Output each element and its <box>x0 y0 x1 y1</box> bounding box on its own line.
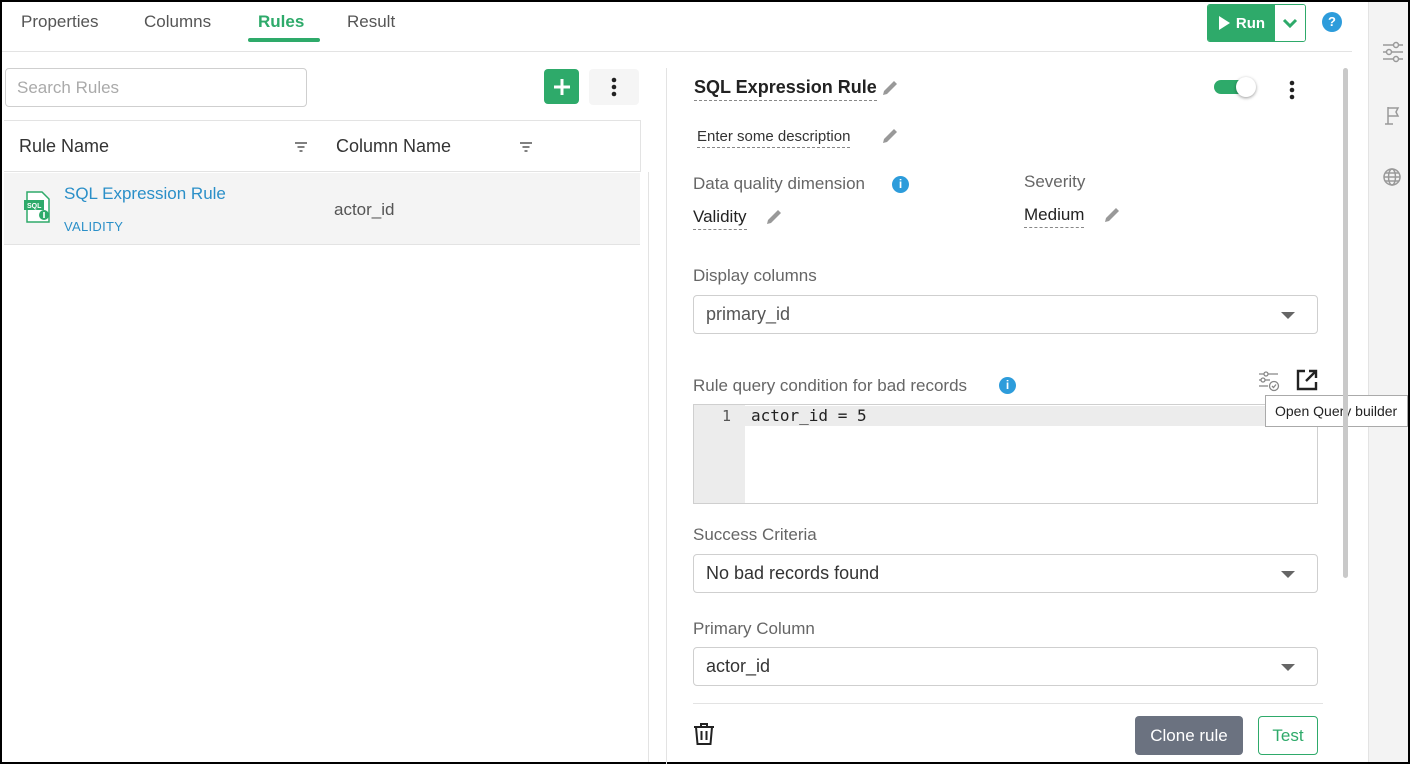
active-tab-indicator <box>248 38 320 42</box>
query-settings-icon[interactable] <box>1258 370 1280 392</box>
table-row[interactable]: SQL SQL Expression Rule VALIDITY actor_i… <box>4 173 640 245</box>
tab-bar: Properties Columns Rules Result <box>2 2 1352 52</box>
rule-enabled-toggle[interactable] <box>1214 77 1256 97</box>
open-query-builder-icon[interactable] <box>1295 368 1319 392</box>
rule-description[interactable]: Enter some description <box>697 128 851 148</box>
filter-icon[interactable] <box>294 141 308 153</box>
column-header-rule-name[interactable]: Rule Name <box>19 136 109 157</box>
detail-scrollbar[interactable] <box>1340 68 1350 762</box>
rule-name-link[interactable]: SQL Expression Rule <box>64 184 226 204</box>
success-criteria-label: Success Criteria <box>693 525 817 544</box>
play-icon <box>1218 16 1230 30</box>
svg-text:SQL: SQL <box>27 203 42 210</box>
globe-icon[interactable] <box>1381 166 1405 190</box>
edit-pencil-icon[interactable] <box>764 207 784 227</box>
edit-pencil-icon[interactable] <box>880 78 900 98</box>
grid-header-divider <box>640 120 641 172</box>
line-number: 1 <box>721 407 731 425</box>
filter-icon[interactable] <box>519 141 533 153</box>
caret-down-icon <box>1281 571 1295 578</box>
display-columns-label: Display columns <box>693 266 817 285</box>
tooltip: Open Query builder <box>1265 395 1408 427</box>
test-button[interactable]: Test <box>1258 716 1318 755</box>
grid-body-divider <box>648 172 649 762</box>
rule-dimension: VALIDITY <box>64 219 124 234</box>
display-columns-value: primary_id <box>706 304 791 324</box>
primary-column-select[interactable]: actor_id <box>693 647 1318 686</box>
trash-icon[interactable] <box>693 722 715 746</box>
panel-divider <box>666 68 667 764</box>
severity-label: Severity <box>1024 172 1086 191</box>
flag-icon[interactable] <box>1381 104 1405 128</box>
caret-down-icon <box>1281 664 1295 671</box>
caret-down-icon <box>1281 312 1295 319</box>
run-dropdown-button[interactable] <box>1275 5 1305 41</box>
edit-pencil-icon[interactable] <box>1102 205 1122 225</box>
info-icon[interactable]: i <box>892 176 909 193</box>
tab-rules[interactable]: Rules <box>258 12 304 32</box>
info-icon[interactable]: i <box>999 377 1016 394</box>
sql-file-icon: SQL <box>24 191 50 223</box>
dq-dimension-value[interactable]: Validity <box>693 207 747 230</box>
help-icon[interactable]: ? <box>1322 12 1342 32</box>
rules-grid-header: Rule Name Column Name <box>4 120 640 172</box>
code-line[interactable]: actor_id = 5 <box>745 406 1317 426</box>
column-header-column-name[interactable]: Column Name <box>336 136 451 157</box>
rule-column: actor_id <box>334 200 395 219</box>
query-code-editor[interactable]: 1 actor_id = 5 <box>693 404 1318 504</box>
more-vertical-icon <box>611 77 617 97</box>
run-button-group: Run <box>1207 4 1306 42</box>
success-criteria-value: No bad records found <box>706 563 880 583</box>
footer-separator <box>693 703 1323 704</box>
primary-column-label: Primary Column <box>693 619 815 638</box>
success-criteria-select[interactable]: No bad records found <box>693 554 1318 593</box>
dq-dimension-label: Data quality dimension <box>693 174 865 193</box>
rules-more-button[interactable] <box>589 69 639 105</box>
tab-result[interactable]: Result <box>347 12 395 32</box>
scrollbar-thumb[interactable] <box>1343 68 1348 578</box>
primary-column-value: actor_id <box>706 656 771 676</box>
clone-rule-button[interactable]: Clone rule <box>1135 716 1243 755</box>
chevron-down-icon <box>1282 18 1298 28</box>
edit-pencil-icon[interactable] <box>880 126 900 146</box>
sliders-icon[interactable] <box>1381 40 1405 64</box>
run-label: Run <box>1235 14 1266 32</box>
rule-title[interactable]: SQL Expression Rule <box>694 77 877 101</box>
right-rail <box>1368 2 1408 762</box>
tab-columns[interactable]: Columns <box>144 12 211 32</box>
plus-icon <box>553 78 570 95</box>
run-button[interactable]: Run <box>1208 5 1275 41</box>
query-label: Rule query condition for bad records <box>693 376 968 395</box>
severity-value[interactable]: Medium <box>1024 205 1085 228</box>
display-columns-select[interactable]: primary_id <box>693 295 1318 334</box>
tab-properties[interactable]: Properties <box>21 12 98 32</box>
search-rules-input[interactable] <box>5 68 307 107</box>
add-rule-button[interactable] <box>544 69 579 104</box>
more-vertical-icon[interactable] <box>1282 79 1302 101</box>
